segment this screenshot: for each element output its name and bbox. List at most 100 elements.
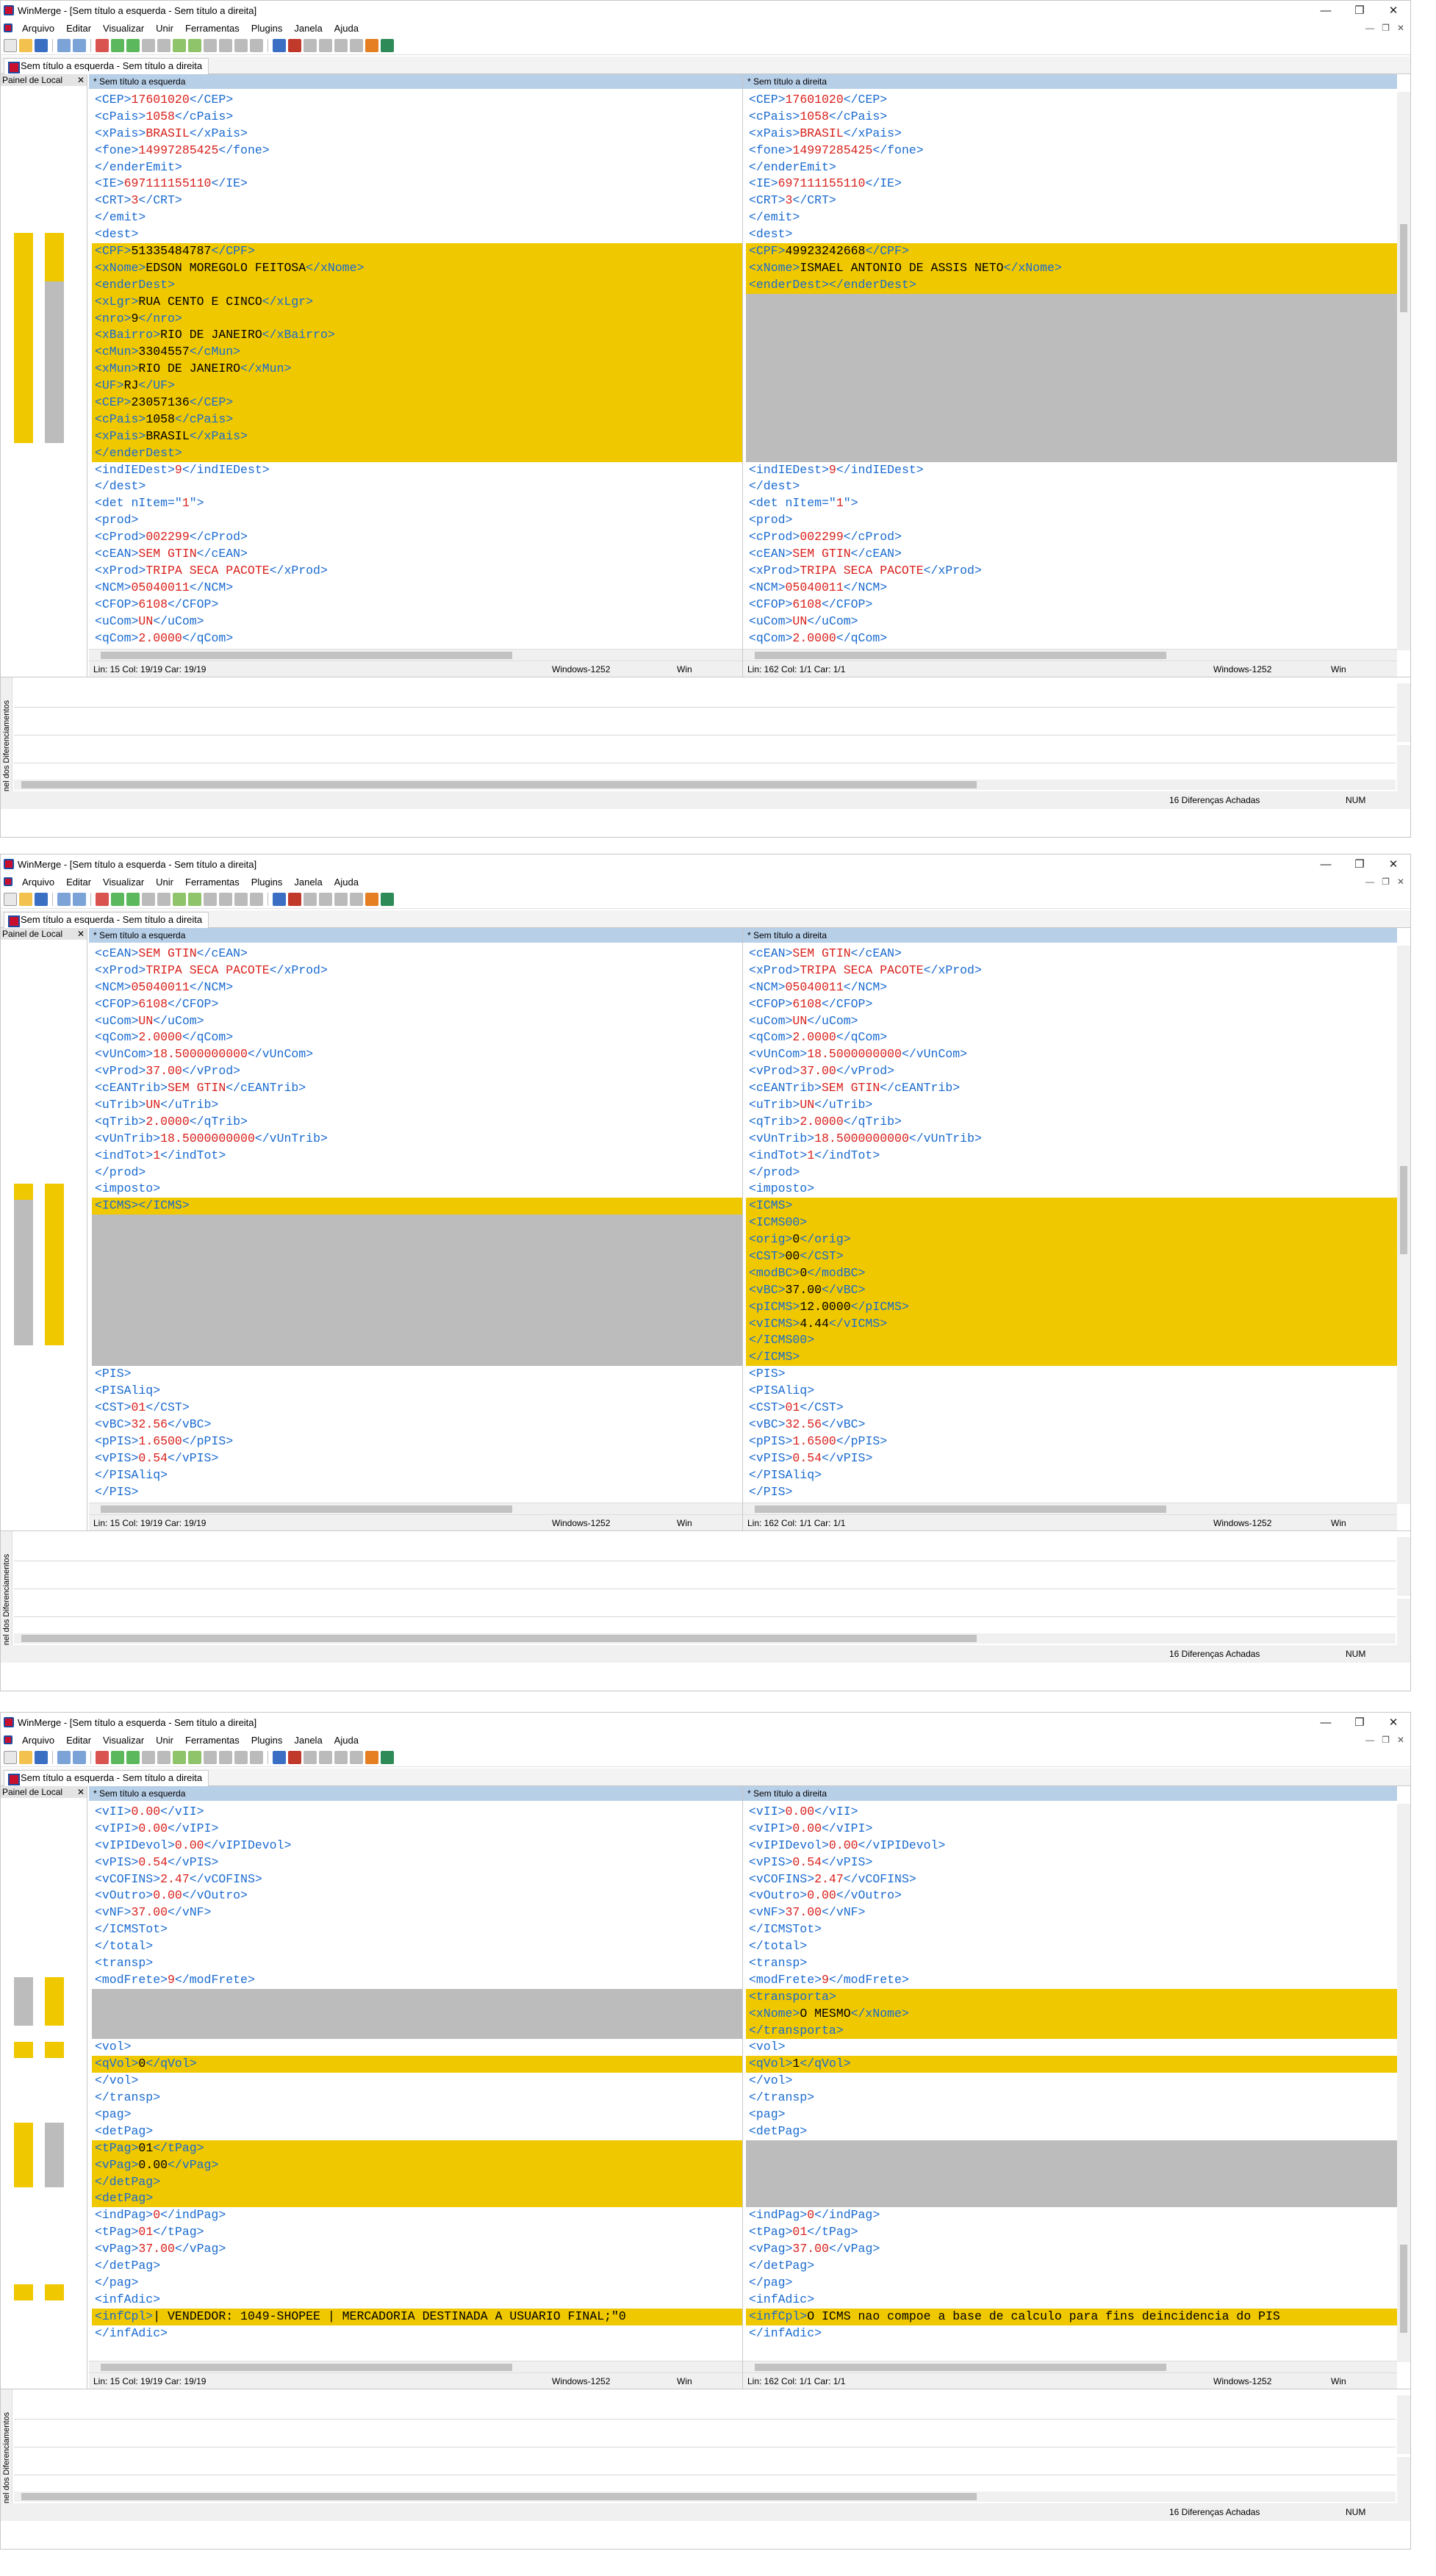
code-line[interactable]: </enderEmit> [746, 159, 1397, 176]
undo-icon[interactable] [57, 1750, 71, 1764]
gap-line[interactable] [746, 445, 1397, 462]
code-line[interactable]: <qCom>2.0000</qCom> [92, 630, 742, 647]
right-code[interactable]: <vII>0.00</vII> <vIPI>0.00</vIPI> <vIPIDev… [746, 1804, 1397, 2362]
menu-ajuda[interactable]: Ajuda [329, 877, 365, 888]
location-bar-left[interactable] [14, 1799, 33, 2389]
code-line[interactable]: <detPag> [92, 2123, 742, 2140]
plugin-icon[interactable] [381, 38, 394, 52]
nav-forward-icon[interactable] [334, 892, 348, 906]
gap-line[interactable] [746, 411, 1397, 428]
save-icon[interactable] [35, 38, 48, 52]
code-line[interactable]: <vCOFINS>2.47</vCOFINS> [746, 1871, 1397, 1888]
code-line[interactable]: </PIS> [92, 1484, 742, 1501]
code-line[interactable]: <uTrib>UN</uTrib> [92, 1097, 742, 1114]
nav-forward-icon[interactable] [334, 38, 348, 52]
code-line[interactable]: <vPIS>0.54</vPIS> [92, 1854, 742, 1871]
first-diff-icon[interactable] [142, 1750, 155, 1764]
filter-icon[interactable] [288, 38, 301, 52]
code-line[interactable]: <vol> [746, 2039, 1397, 2056]
gap-line[interactable] [92, 1298, 742, 1316]
code-line[interactable]: </ICMSTot> [92, 1921, 742, 1938]
code-line[interactable]: <cEANTrib>SEM GTIN</cEANTrib> [746, 1080, 1397, 1097]
code-line[interactable]: <vNF>37.00</vNF> [92, 1904, 742, 1921]
restore-icon[interactable]: ❐ [1343, 855, 1376, 874]
copy-left-icon[interactable] [188, 892, 201, 906]
diff-pane-hscroll[interactable] [14, 2492, 1396, 2502]
prev-diff-icon[interactable] [126, 1750, 140, 1764]
menu-unir[interactable]: Unir [150, 1735, 179, 1746]
code-line[interactable]: <vNF>37.00</vNF> [746, 1904, 1397, 1921]
code-line[interactable]: </emit> [746, 209, 1397, 226]
code-line[interactable]: </transporta> [746, 2022, 1397, 2040]
code-line[interactable]: <uCom>UN</uCom> [92, 614, 742, 630]
menu-plugins[interactable]: Plugins [245, 877, 289, 888]
options-icon[interactable] [365, 892, 378, 906]
new-icon[interactable] [4, 38, 17, 52]
code-line[interactable]: <cEAN>SEM GTIN</cEAN> [746, 546, 1397, 563]
code-line[interactable]: <vol> [92, 2039, 742, 2056]
menu-editar[interactable]: Editar [60, 877, 97, 888]
close-icon[interactable]: ✕ [77, 74, 87, 86]
copy-all-right-icon[interactable] [204, 1750, 217, 1764]
code-line[interactable]: <CRT>3</CRT> [92, 193, 742, 209]
code-line[interactable]: </PIS> [746, 1484, 1397, 1501]
code-line[interactable]: <vPag>37.00</vPag> [746, 2241, 1397, 2258]
copy-all-right-icon[interactable] [204, 38, 217, 52]
last-diff-icon[interactable] [157, 1750, 170, 1764]
code-line[interactable]: <indPag>0</indPag> [746, 2207, 1397, 2224]
code-line[interactable]: <NCM>05040011</NCM> [92, 979, 742, 996]
code-line[interactable]: <cEAN>SEM GTIN</cEAN> [92, 546, 742, 563]
code-line[interactable]: <pICMS>12.0000</pICMS> [746, 1298, 1397, 1316]
code-line[interactable]: <cEAN>SEM GTIN</cEAN> [92, 946, 742, 963]
code-line[interactable]: <CST>01</CST> [746, 1400, 1397, 1417]
code-line[interactable]: <vPag>0.00</vPag> [92, 2156, 742, 2174]
code-line[interactable]: <CPF>49923242668</CPF> [746, 243, 1397, 260]
code-line[interactable]: <qCom>2.0000</qCom> [746, 1029, 1397, 1046]
code-line[interactable]: <indPag>0</indPag> [92, 2207, 742, 2224]
gap-line[interactable] [92, 2005, 742, 2023]
code-line[interactable]: <nro>9</nro> [92, 310, 742, 328]
menu-unir[interactable]: Unir [150, 877, 179, 888]
nav-end-icon[interactable] [350, 892, 363, 906]
code-line[interactable]: </infAdic> [746, 2325, 1397, 2342]
last-diff-icon[interactable] [157, 892, 170, 906]
undo-icon[interactable] [57, 38, 71, 52]
location-bar-right[interactable] [45, 1799, 64, 2389]
copy-right-icon[interactable] [173, 1750, 186, 1764]
code-line[interactable]: <xPais>BRASIL</xPais> [92, 126, 742, 143]
code-line[interactable]: <PIS> [746, 1366, 1397, 1383]
code-line[interactable]: <xLgr>RUA CENTO E CINCO</xLgr> [92, 293, 742, 311]
refresh-icon[interactable] [250, 1750, 263, 1764]
code-line[interactable]: <qVol>1</qVol> [746, 2056, 1397, 2073]
nav-back-icon[interactable] [319, 38, 332, 52]
mdi-restore-icon[interactable]: ❐ [1382, 23, 1390, 33]
code-line[interactable]: <CFOP>6108</CFOP> [746, 597, 1397, 614]
menu-visualizar[interactable]: Visualizar [97, 1735, 150, 1746]
menu-editar[interactable]: Editar [60, 23, 97, 34]
code-line[interactable]: </dest> [746, 478, 1397, 495]
code-line[interactable]: </total> [92, 1938, 742, 1955]
code-line[interactable]: <prod> [746, 512, 1397, 529]
menu-ajuda[interactable]: Ajuda [329, 23, 365, 34]
code-line[interactable]: </transp> [92, 2090, 742, 2107]
code-line[interactable]: <qTrib>2.0000</qTrib> [92, 1114, 742, 1131]
code-line[interactable]: <qTrib>2.0000</qTrib> [746, 1114, 1397, 1131]
merge-icon[interactable] [234, 38, 248, 52]
minimize-icon[interactable]: — [1309, 855, 1343, 874]
code-line[interactable]: <uTrib>UN</uTrib> [746, 1097, 1397, 1114]
right-pane[interactable]: * Sem título a direita <cEAN>SEM GTIN</c… [743, 928, 1397, 1530]
menu-ajuda[interactable]: Ajuda [329, 1735, 365, 1746]
code-line[interactable]: <CFOP>6108</CFOP> [92, 996, 742, 1013]
code-line[interactable]: <indIEDest>9</indIEDest> [746, 462, 1397, 479]
close-icon[interactable]: ✕ [77, 928, 87, 940]
code-line[interactable]: </pag> [746, 2275, 1397, 2292]
code-line[interactable]: </emit> [92, 209, 742, 226]
code-line[interactable]: <vPIS>0.54</vPIS> [746, 1450, 1397, 1467]
prev-diff-icon[interactable] [126, 892, 140, 906]
next-diff-icon[interactable] [111, 1750, 124, 1764]
code-line[interactable]: </prod> [746, 1165, 1397, 1181]
copy-all-left-icon[interactable] [219, 892, 232, 906]
gap-line[interactable] [746, 327, 1397, 345]
code-line[interactable]: <vOutro>0.00</vOutro> [746, 1888, 1397, 1904]
code-line[interactable]: <det nItem="1"> [92, 495, 742, 512]
